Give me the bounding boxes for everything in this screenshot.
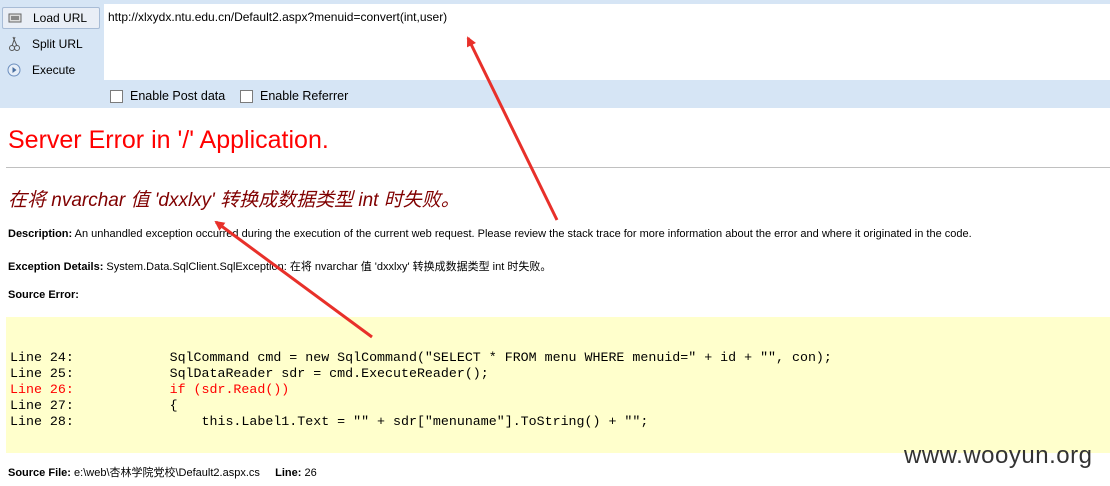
line-number: 26 (304, 467, 317, 479)
load-url-button[interactable]: Load URL (2, 7, 100, 29)
source-line: Line 28: this.Label1.Text = "" + sdr["me… (10, 414, 649, 429)
enable-referrer-label: Enable Referrer (260, 89, 349, 103)
exception-label: Exception Details: (8, 261, 104, 273)
source-line: Line 27: { (10, 398, 178, 413)
split-url-button[interactable]: Split URL (2, 33, 100, 55)
description: Description: An unhandled exception occu… (8, 228, 972, 240)
source-line: Line 25: SqlDataReader sdr = cmd.Execute… (10, 366, 489, 381)
load-url-icon (7, 10, 23, 26)
source-file-info: Source File: e:\web\杏林学院党校\Default2.aspx… (8, 464, 317, 480)
checkbox-box[interactable] (240, 89, 253, 103)
split-url-label: Split URL (32, 37, 83, 51)
line-label: Line: (275, 467, 302, 479)
enable-post-data-label: Enable Post data (130, 89, 226, 103)
checkbox-box[interactable] (110, 89, 123, 103)
source-file-label: Source File: (8, 467, 71, 479)
source-code-box: Line 24: SqlCommand cmd = new SqlCommand… (6, 317, 1110, 453)
source-line: Line 24: SqlCommand cmd = new SqlCommand… (10, 350, 832, 365)
exception-text: System.Data.SqlClient.SqlException: 在将 n… (106, 261, 552, 273)
split-url-icon (6, 36, 22, 52)
hackbar-toolbar: Load URL Split URL Execute http://xlxydx… (0, 0, 1110, 108)
error-message: 在将 nvarchar 值 'dxxlxy' 转换成数据类型 int 时失败。 (8, 190, 460, 211)
load-url-label: Load URL (33, 11, 88, 25)
description-label: Description: (8, 228, 73, 240)
url-textarea[interactable]: http://xlxydx.ntu.edu.cn/Default2.aspx?m… (104, 4, 1110, 80)
exception-details: Exception Details: System.Data.SqlClient… (8, 258, 551, 274)
execute-label: Execute (32, 63, 76, 77)
source-file-path: e:\web\杏林学院党校\Default2.aspx.cs (74, 467, 260, 479)
source-line-error: Line 26: if (sdr.Read()) (10, 382, 290, 397)
execute-button[interactable]: Execute (2, 59, 100, 81)
enable-referrer-checkbox[interactable]: Enable Referrer (240, 86, 348, 106)
source-error-heading: Source Error: (8, 289, 79, 301)
source-error-label: Source Error: (8, 289, 79, 301)
execute-icon (6, 62, 22, 78)
divider (6, 167, 1110, 168)
enable-post-data-checkbox[interactable]: Enable Post data (110, 86, 225, 106)
watermark: www.wooyun.org (904, 442, 1093, 469)
page-title: Server Error in '/' Application. (8, 126, 329, 154)
url-text: http://xlxydx.ntu.edu.cn/Default2.aspx?m… (108, 10, 448, 24)
description-text: An unhandled exception occurred during t… (74, 228, 972, 240)
